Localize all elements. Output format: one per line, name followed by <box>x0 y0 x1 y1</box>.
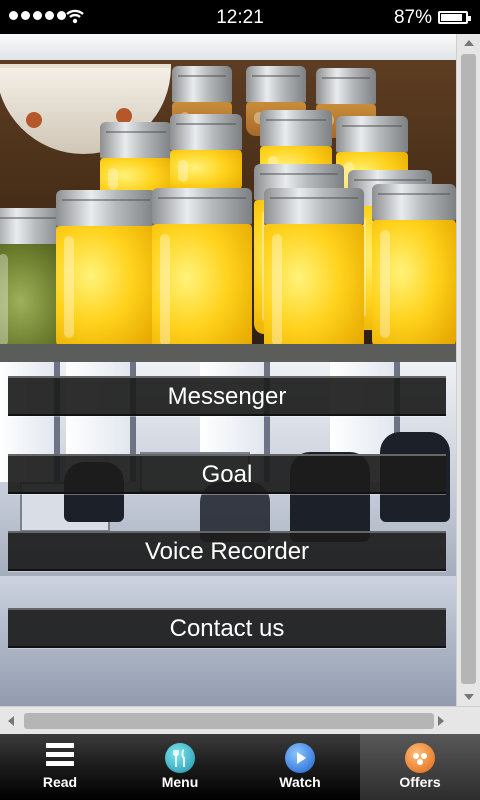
goal-button[interactable]: Goal <box>8 454 446 494</box>
tab-offers[interactable]: Offers <box>360 734 480 800</box>
content-area: Messenger Goal Voice Recorder Contact us <box>0 34 456 706</box>
contact-us-button[interactable]: Contact us <box>8 608 446 648</box>
dots-icon <box>405 743 435 773</box>
scroll-up-arrow-icon[interactable] <box>464 40 474 46</box>
scroll-down-arrow-icon[interactable] <box>464 694 474 700</box>
battery-percentage: 87% <box>393 7 432 28</box>
vertical-scroll-thumb[interactable] <box>461 54 476 684</box>
canning-jars-image <box>0 60 456 362</box>
horizontal-scrollbar[interactable] <box>0 706 480 734</box>
play-icon <box>285 743 315 773</box>
header-strip <box>0 34 456 60</box>
horizontal-scroll-thumb[interactable] <box>24 713 434 729</box>
tab-watch[interactable]: Watch <box>240 734 360 800</box>
cutlery-icon <box>165 743 195 773</box>
bottom-tab-bar: Read Menu Watch Offers <box>0 734 480 800</box>
tab-watch-label: Watch <box>279 774 321 790</box>
messenger-button[interactable]: Messenger <box>8 376 446 416</box>
voice-recorder-button[interactable]: Voice Recorder <box>8 531 446 571</box>
scroll-left-arrow-icon[interactable] <box>8 716 14 726</box>
tab-read-label: Read <box>42 774 78 790</box>
battery-icon <box>438 11 471 24</box>
scroll-right-arrow-icon[interactable] <box>438 716 444 726</box>
tab-offers-label: Offers <box>399 774 441 790</box>
tab-menu-label: Menu <box>161 774 199 790</box>
status-bar: 12:21 87% <box>0 0 480 34</box>
vertical-scrollbar[interactable] <box>456 34 480 706</box>
menu-lines-icon <box>46 743 74 769</box>
tab-read[interactable]: Read <box>0 734 120 800</box>
tab-menu[interactable]: Menu <box>120 734 240 800</box>
cutting-board <box>0 344 456 362</box>
